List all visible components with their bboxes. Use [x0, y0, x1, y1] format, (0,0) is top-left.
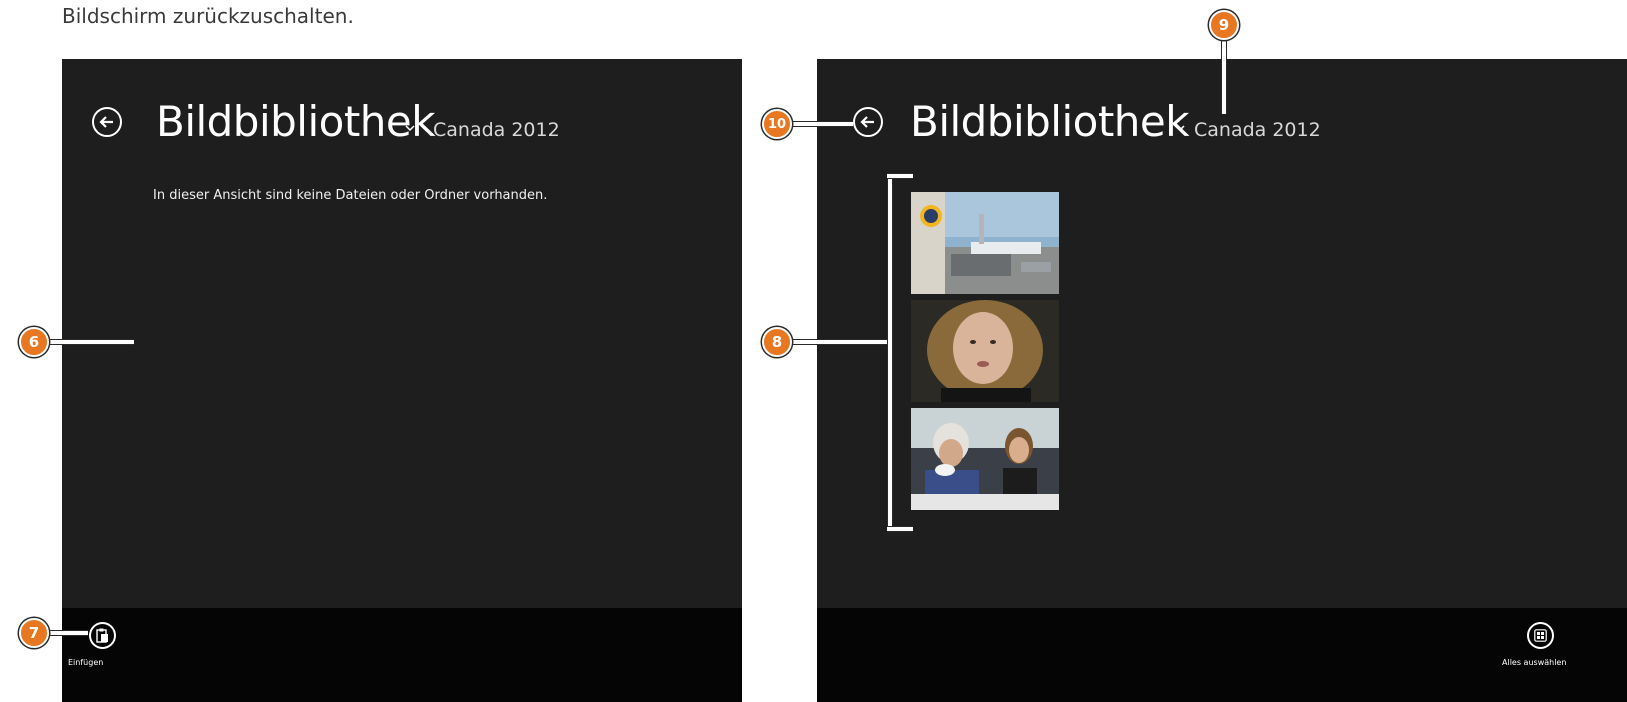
- right-screenshot: Bildbibliothek Canada 2012 Alles auswähl…: [817, 59, 1627, 702]
- callout-6: 6: [19, 327, 49, 357]
- portrait-photo: [911, 300, 1059, 402]
- callout-7-leader: [46, 630, 88, 636]
- back-button[interactable]: [853, 107, 883, 137]
- chevron-down-icon[interactable]: [405, 125, 415, 132]
- airport-photo: [911, 192, 1059, 294]
- callout-10-leader: [790, 121, 853, 127]
- callout-6-leader: [46, 339, 134, 345]
- folder-subtitle: Canada 2012: [1194, 119, 1321, 141]
- callout-8-bracket-top: [887, 173, 913, 179]
- select-all-button[interactable]: [1527, 622, 1554, 649]
- page-title: Bildbibliothek: [156, 97, 436, 146]
- callout-9: 9: [1209, 10, 1239, 40]
- back-button[interactable]: [92, 107, 122, 137]
- left-screenshot: Bildbibliothek Canada 2012 In dieser Ans…: [62, 59, 742, 702]
- chevron-down-icon[interactable]: [1175, 125, 1185, 132]
- select-all-label: Alles auswählen: [1502, 658, 1567, 667]
- callout-8-bracket-bottom: [887, 526, 913, 532]
- cafe-photo: [911, 408, 1059, 510]
- photo-thumbnail-cafe[interactable]: [911, 408, 1059, 510]
- clipboard-paste-icon: [96, 628, 108, 643]
- back-arrow-icon: [860, 116, 874, 128]
- app-bar: Alles auswählen: [817, 608, 1627, 702]
- photo-thumbnail-airport[interactable]: [911, 192, 1059, 294]
- callout-8-bracket: [887, 176, 893, 529]
- folder-subtitle: Canada 2012: [433, 119, 560, 141]
- paste-button[interactable]: [89, 622, 116, 649]
- empty-folder-message: In dieser Ansicht sind keine Dateien ode…: [153, 188, 548, 203]
- callout-9-leader: [1221, 34, 1227, 114]
- page-caption: Bildschirm zurückzuschalten.: [62, 4, 354, 28]
- back-arrow-icon: [99, 116, 113, 128]
- page-title: Bildbibliothek: [910, 97, 1190, 146]
- app-bar: Einfügen: [62, 608, 742, 702]
- paste-label: Einfügen: [68, 658, 104, 667]
- callout-8-leader: [790, 339, 890, 345]
- callout-7: 7: [19, 618, 49, 648]
- callout-10: 10: [762, 109, 792, 139]
- callout-8: 8: [762, 327, 792, 357]
- photo-thumbnail-portrait[interactable]: [911, 300, 1059, 402]
- select-all-icon: [1534, 629, 1547, 642]
